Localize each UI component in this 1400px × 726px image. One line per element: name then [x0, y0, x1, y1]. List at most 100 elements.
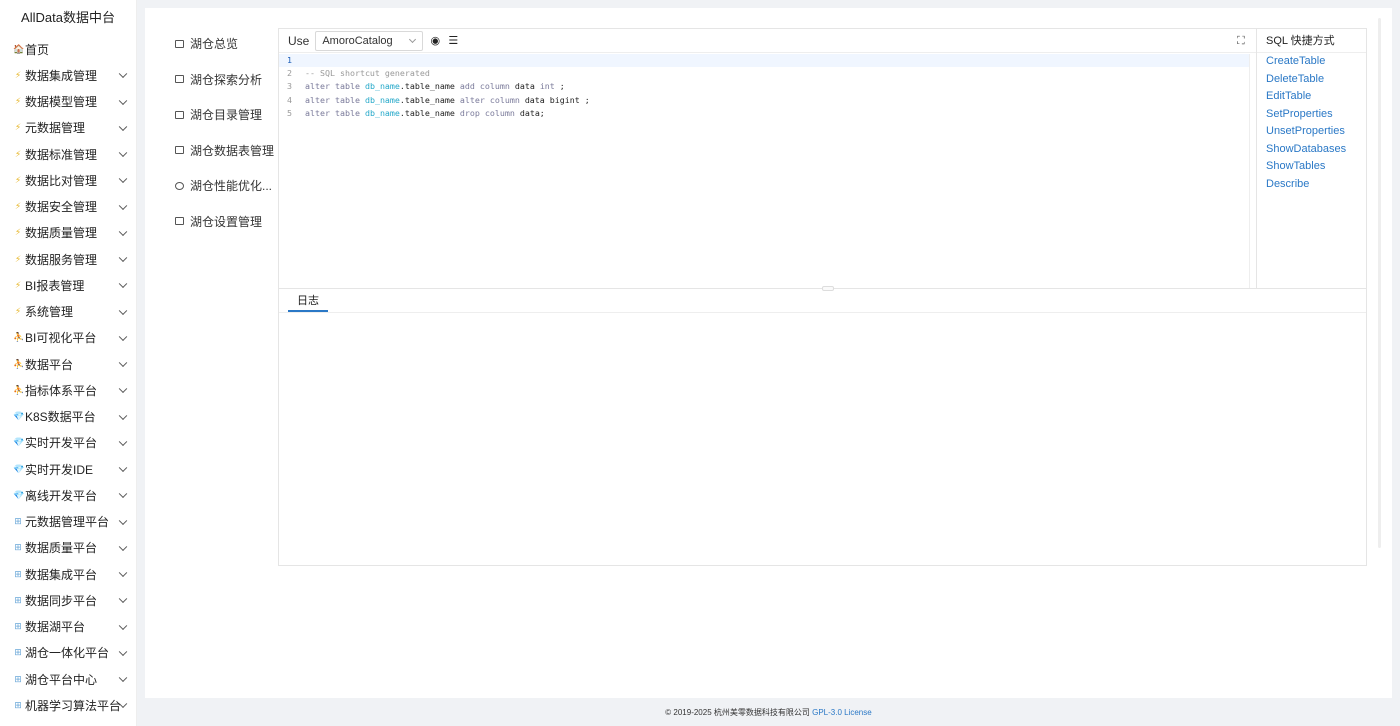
sidebar-item[interactable]: ⊞ 数据质量平台 — [0, 535, 136, 561]
sidebar-item[interactable]: ⚡ 数据标准管理 — [0, 141, 136, 167]
shortcut-link[interactable]: ShowTables — [1257, 158, 1366, 176]
shortcut-link[interactable]: SetProperties — [1257, 106, 1366, 124]
sidebar-item[interactable]: 💎 K8S数据平台 — [0, 404, 136, 430]
sidebar-menu: 🏠 首页 ⚡ 数据集成管理 ⚡ 数据模型管理 ⚡ 元数据管理 ⚡ 数据标准管理 ⚡ 数据比对管理 ⚡ 数据… — [0, 36, 136, 719]
chevron-down-icon — [118, 174, 128, 184]
sidebar-item[interactable]: ⊞ 数据湖平台 — [0, 614, 136, 640]
code-token: int — [539, 81, 555, 92]
sql-workspace: Use AmoroCatalog ◉ ☰ ⛶ 1 2 -- SQL shortcut… — [278, 28, 1367, 566]
fullscreen-icon[interactable]: ⛶ — [1237, 35, 1245, 48]
bolt-icon: ⚡ — [14, 148, 22, 159]
sidebar-item[interactable]: ⊞ 机器学习算法平台 — [0, 692, 136, 718]
code-line[interactable]: 1 — [279, 54, 1249, 68]
sql-shortcuts-panel: SQL 快捷方式 CreateTable DeleteTable EditTable… — [1256, 29, 1366, 289]
format-icon[interactable]: ☰ — [447, 34, 459, 47]
sidebar-item[interactable]: ⚡ 数据质量管理 — [0, 220, 136, 246]
catalog-select[interactable]: AmoroCatalog — [315, 30, 424, 51]
person-icon: ⛹ — [13, 332, 25, 343]
log-output — [279, 314, 1366, 566]
subnav-item[interactable]: 湖仓性能优化... — [145, 168, 275, 204]
sidebar-item[interactable]: ⚡ 数据安全管理 — [0, 194, 136, 220]
chevron-down-icon — [118, 647, 128, 656]
shortcut-link[interactable]: CreateTable — [1257, 53, 1366, 71]
sidebar-item[interactable]: ⚡ BI报表管理 — [0, 272, 136, 298]
subnav-item[interactable]: 湖仓设置管理 — [145, 204, 275, 240]
line-number: 5 — [287, 107, 292, 118]
shortcut-link[interactable]: UnsetProperties — [1257, 123, 1366, 141]
sidebar-item[interactable]: ⊞ 数据同步平台 — [0, 587, 136, 613]
shortcut-link[interactable]: EditTable — [1257, 88, 1366, 106]
home-icon: 🏠 — [13, 43, 25, 54]
chevron-down-icon — [118, 516, 128, 525]
chevron-down-icon — [118, 148, 128, 158]
code-line[interactable]: 5 alter table db_name.table_name drop col… — [279, 107, 1249, 120]
sidebar-item[interactable]: ⚡ 数据集成管理 — [0, 62, 136, 88]
chevron-down-icon — [118, 201, 128, 210]
sidebar-item-label: 离线开发平台 — [25, 488, 98, 503]
code-line[interactable]: 4 alter table db_name.table_name alter co… — [279, 94, 1249, 107]
subnav-item[interactable]: 湖仓数据表管理 — [145, 133, 275, 169]
chevron-down-icon — [118, 279, 128, 289]
sidebar-item[interactable]: 🏠 首页 — [0, 36, 136, 62]
sidebar-item[interactable]: ⚡ 数据比对管理 — [0, 167, 136, 193]
tab-log[interactable]: 日志 — [288, 290, 328, 312]
subnav-item[interactable]: 湖仓目录管理 — [145, 97, 275, 133]
shortcut-link[interactable]: DeleteTable — [1257, 71, 1366, 89]
run-icon[interactable]: ◉ — [429, 34, 441, 47]
sidebar-item[interactable]: ⊞ 数据集成平台 — [0, 561, 136, 587]
catalog-select-value: AmoroCatalog — [322, 34, 393, 47]
sidebar-item-label: K8S数据平台 — [25, 410, 96, 425]
chevron-down-icon — [118, 122, 128, 131]
sidebar-item[interactable]: ⚡ 数据模型管理 — [0, 89, 136, 115]
chevron-down-icon — [409, 35, 417, 43]
sidebar-item[interactable]: ⚡ 元数据管理 — [0, 115, 136, 141]
sidebar-item-label: 数据同步平台 — [25, 593, 98, 608]
grid-icon: ⊞ — [14, 647, 22, 658]
code-text: -- SQL shortcut generated — [305, 67, 430, 80]
chevron-down-icon — [118, 96, 128, 105]
editor-scrollbar[interactable] — [1249, 54, 1256, 288]
grid-icon: ⊞ — [14, 568, 22, 579]
sidebar-item[interactable]: ⛹ 指标体系平台 — [0, 377, 136, 403]
editor-toolbar: Use AmoroCatalog ◉ ☰ — [279, 29, 1256, 53]
sidebar-item[interactable]: 💎 实时开发平台 — [0, 430, 136, 456]
sidebar-item[interactable]: ⛹ BI可视化平台 — [0, 325, 136, 351]
sql-editor[interactable]: 1 2 -- SQL shortcut generated 3 alter table … — [279, 54, 1249, 288]
code-token: .table_name — [399, 107, 460, 118]
code-token: add column — [459, 81, 515, 92]
sidebar-item[interactable]: ⛹ 数据平台 — [0, 351, 136, 377]
subnav-item-label: 湖仓数据表管理 — [190, 143, 275, 158]
subnav-item[interactable]: 湖仓探索分析 — [145, 62, 275, 98]
line-number: 3 — [287, 81, 292, 92]
chevron-down-icon — [118, 332, 128, 341]
code-token: alter table — [305, 94, 365, 105]
code-token: .table_name — [399, 94, 460, 105]
subnav-item[interactable]: 湖仓总览 — [145, 26, 275, 62]
license-link[interactable]: GPL-3.0 License — [812, 708, 872, 717]
sidebar-item[interactable]: 💎 实时开发IDE — [0, 456, 136, 482]
shortcut-link[interactable]: ShowDatabases — [1257, 141, 1366, 159]
line-number: 1 — [287, 55, 292, 65]
sidebar-item[interactable]: ⚡ 数据服务管理 — [0, 246, 136, 272]
sidebar-item[interactable]: ⊞ 湖仓一体化平台 — [0, 640, 136, 666]
code-line[interactable]: 3 alter table db_name.table_name add colu… — [279, 80, 1249, 93]
code-token: -- SQL shortcut generated — [305, 68, 430, 79]
grid-icon: ⊞ — [14, 699, 22, 710]
grid-icon: ⊞ — [14, 594, 22, 605]
sidebar-item-label: 元数据管理 — [25, 121, 86, 136]
sidebar-item-label: 数据安全管理 — [25, 200, 98, 215]
code-text: alter table db_name.table_name add colum… — [305, 80, 565, 93]
footer: © 2019-2025 杭州美零数据科技有限公司 GPL-3.0 License — [137, 700, 1400, 726]
bolt-icon: ⚡ — [14, 253, 22, 264]
bolt-icon: ⚡ — [14, 122, 22, 133]
sidebar-item-label: 数据质量平台 — [25, 541, 98, 556]
shortcut-link[interactable]: Describe — [1257, 176, 1366, 194]
page-scrollbar[interactable] — [1378, 18, 1381, 548]
sidebar-item[interactable]: ⊞ 湖仓平台中心 — [0, 666, 136, 692]
code-line[interactable]: 2 -- SQL shortcut generated — [279, 67, 1249, 80]
code-token: data; — [519, 107, 545, 118]
sidebar-item-label: 湖仓一体化平台 — [25, 646, 110, 661]
sidebar-item[interactable]: ⊞ 元数据管理平台 — [0, 509, 136, 535]
sidebar-item[interactable]: ⚡ 系统管理 — [0, 299, 136, 325]
sidebar-item[interactable]: 💎 离线开发平台 — [0, 482, 136, 508]
